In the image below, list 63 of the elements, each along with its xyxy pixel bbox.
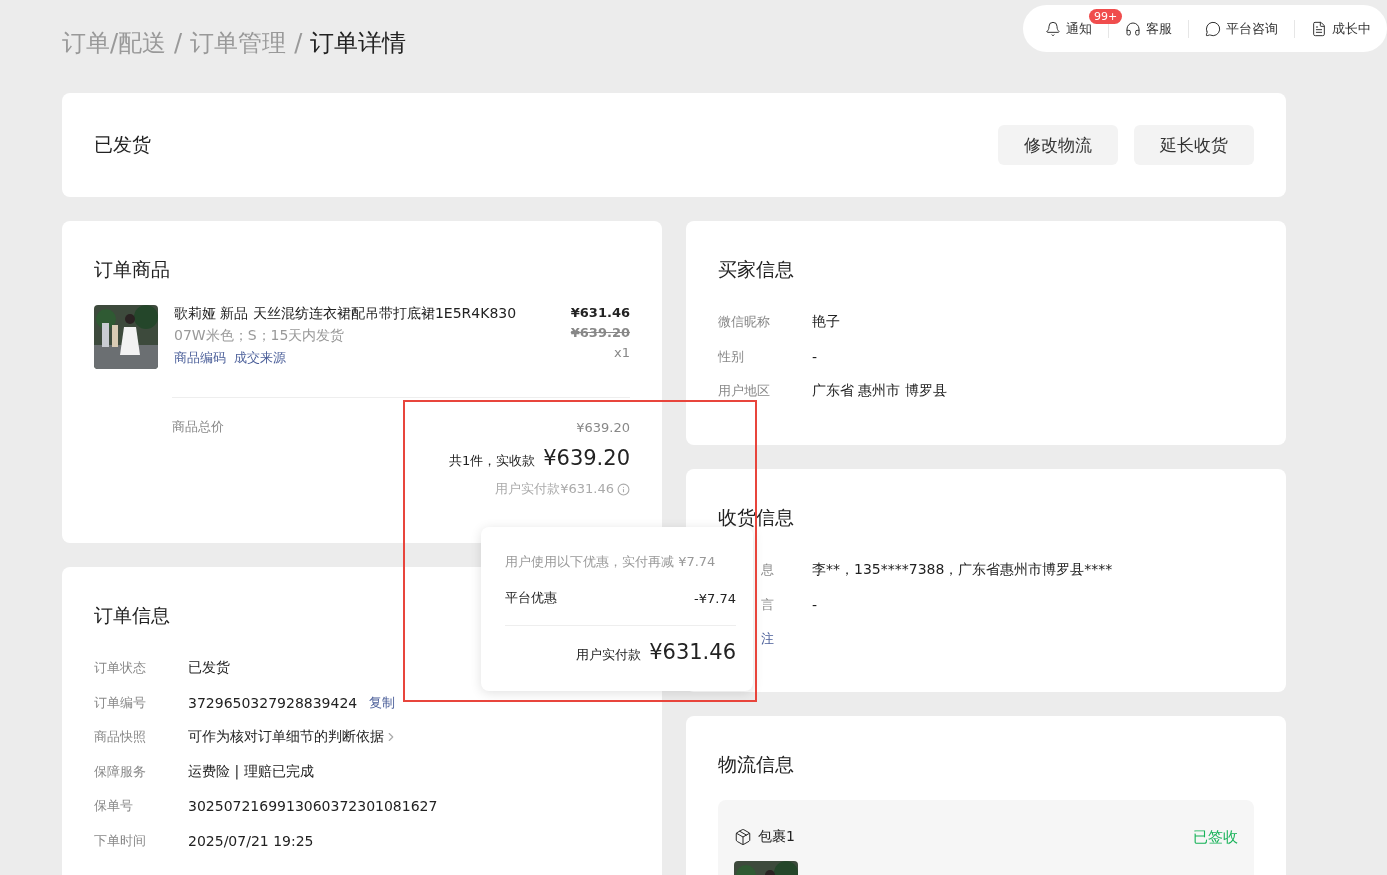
field-label: 下单时间 xyxy=(94,831,147,850)
field-label: 订单编号 xyxy=(94,693,147,712)
toolbar-link[interactable]: 平台咨询 xyxy=(1226,19,1278,38)
toolbar-link[interactable]: 客服 xyxy=(1146,19,1172,38)
total-label: 商品总价 xyxy=(172,418,224,436)
package-icon xyxy=(734,828,752,847)
package-name: 包裹1 xyxy=(758,828,795,847)
order-status-title: 已发货 xyxy=(94,132,152,157)
paid-label: 用户实付款 xyxy=(576,646,642,664)
card-title: 收货信息 xyxy=(718,505,794,529)
card-title: 订单信息 xyxy=(94,603,170,627)
toolbar-link[interactable]: 通知 xyxy=(1066,19,1092,38)
chat-icon[interactable] xyxy=(1205,20,1221,37)
field-label: 性别 xyxy=(718,347,745,366)
received-value: ¥639.20 xyxy=(543,446,630,470)
field-value: 3729650327928839424 xyxy=(188,694,358,711)
paid-value: ¥631.46 xyxy=(649,640,736,664)
card-title: 买家信息 xyxy=(718,257,794,281)
product-price: ¥631.46 xyxy=(570,305,630,320)
field-value: 已发货 xyxy=(188,659,230,678)
headset-icon[interactable] xyxy=(1125,20,1141,37)
field-value: - xyxy=(812,596,818,613)
field-label: 注 xyxy=(760,630,774,649)
field-value: 广东省 惠州市 博罗县 xyxy=(812,382,947,401)
field-value: 艳子 xyxy=(812,313,840,332)
product-link[interactable]: 成交来源 xyxy=(234,350,286,365)
discount-label: 平台优惠 xyxy=(505,589,557,607)
copy-link[interactable]: 复制 xyxy=(369,693,396,712)
product-link[interactable]: 商品编码 xyxy=(174,350,226,365)
field-value: 3025072169913060372301081627 xyxy=(188,798,438,815)
original-price: ¥639.20 xyxy=(570,325,630,340)
breadcrumb-separator: / xyxy=(174,28,183,57)
product-name: 歌莉娅 新品 天丝混纺连衣裙配吊带打底裙1E5R4K830 xyxy=(174,305,518,323)
card-title: 订单商品 xyxy=(94,257,170,281)
paid-note: 用户实付款¥631.46 xyxy=(495,480,614,498)
field-value: - xyxy=(812,348,818,365)
field-value: 李**，135****7388，广东省惠州市博罗县**** xyxy=(812,561,1113,580)
breadcrumb-current: 订单详情 xyxy=(310,27,407,59)
product-spec: 07W米色；S；15天内发货 xyxy=(174,327,346,345)
action-button[interactable]: 延长收货 xyxy=(1134,125,1254,165)
field-label: 订单状态 xyxy=(94,659,147,678)
breadcrumb-separator: / xyxy=(294,28,303,57)
discount-value: -¥7.74 xyxy=(694,590,736,606)
field-value: 可作为核对订单细节的判断依据 xyxy=(188,728,384,747)
field-label: 微信昵称 xyxy=(718,313,771,332)
discount-note: 用户使用以下优惠，实付再减 ¥7.74 xyxy=(505,554,716,569)
notification-badge: 99+ xyxy=(1089,8,1123,24)
doc-icon[interactable] xyxy=(1311,20,1327,37)
field-value: 运费险 | 理赔已完成 xyxy=(188,762,314,781)
quantity: x1 xyxy=(614,345,630,360)
action-button[interactable]: 修改物流 xyxy=(998,125,1118,165)
field-label: 用户地区 xyxy=(718,382,771,401)
bell-icon[interactable] xyxy=(1045,20,1061,37)
field-label: 保单号 xyxy=(94,797,134,816)
toolbar-link[interactable]: 成长中 xyxy=(1332,19,1371,38)
field-label: 息 xyxy=(760,561,774,580)
package-status: 已签收 xyxy=(1193,827,1238,847)
card-title: 物流信息 xyxy=(718,752,794,776)
total-value: ¥639.20 xyxy=(576,419,630,435)
received-label: 共1件，实收款 xyxy=(448,452,536,470)
field-value: 2025/07/21 19:25 xyxy=(188,832,314,849)
field-label: 保障服务 xyxy=(94,762,147,781)
field-label: 商品快照 xyxy=(94,728,147,747)
